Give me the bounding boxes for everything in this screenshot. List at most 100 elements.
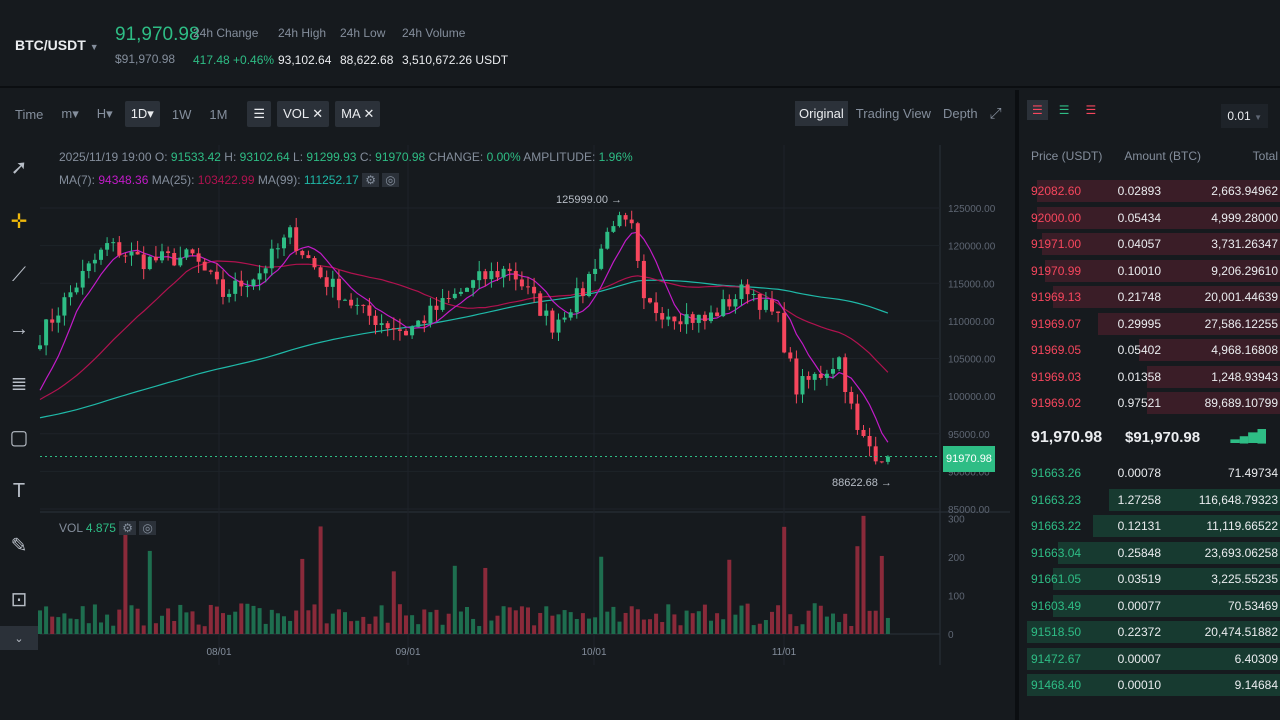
candle-body [641, 260, 646, 299]
settings-sliders-icon[interactable]: ☰ [247, 101, 272, 127]
tab-trading-view[interactable]: Trading View [852, 101, 935, 126]
volume-bar [196, 624, 201, 634]
view-both-icon[interactable]: ☰ [1027, 100, 1048, 120]
candle-body [62, 297, 67, 316]
volume-bar [580, 613, 585, 634]
ask-row[interactable]: 91969.03 0.01358 1,248.93943 [1027, 365, 1280, 389]
indicator-vol[interactable]: VOL ✕ [277, 101, 330, 127]
ask-row[interactable]: 91969.13 0.21748 20,001.44639 [1027, 285, 1280, 309]
candle-body [190, 249, 195, 254]
ask-row[interactable]: 91969.02 0.97521 89,689.10799 [1027, 391, 1280, 415]
volume-bar [629, 606, 634, 634]
view-bids-icon[interactable]: ☰ [1054, 100, 1075, 120]
price: 91969.02 [1031, 396, 1082, 410]
pair-selector[interactable]: BTC/USDT ▼ [15, 37, 99, 53]
candle-body [275, 248, 280, 250]
candle-body [709, 312, 713, 322]
ask-row[interactable]: 91970.99 0.10010 9,206.29610 [1027, 259, 1280, 283]
volume-bar [684, 610, 689, 634]
volume-bar [471, 618, 476, 634]
y-tick-label: 115000.00 [948, 279, 995, 290]
volume-bar [562, 610, 567, 634]
bid-row[interactable]: 91603.49 0.00077 70.53469 [1027, 594, 1280, 618]
volume-bar [172, 620, 177, 634]
interval-1m[interactable]: 1M [203, 102, 233, 127]
indicator-ma[interactable]: MA ✕ [335, 101, 381, 127]
volume-bar [263, 623, 268, 634]
volume-bar [257, 608, 262, 634]
vol-settings-icon[interactable]: ⚙ [119, 521, 137, 535]
interval-minutes[interactable]: m▾ [55, 101, 84, 127]
volume-bar [843, 613, 848, 634]
precision-select[interactable]: 0.01 ▼ [1221, 104, 1268, 128]
candlestick-chart[interactable]: 125000.00 120000.00 115000.00 110000.00 1050… [0, 140, 1010, 670]
total: 20,474.51882 [1204, 625, 1278, 639]
candle-body [385, 323, 390, 329]
candle-body [696, 314, 701, 323]
ask-row[interactable]: 92082.60 0.02893 2,663.94962 [1027, 179, 1280, 203]
candle-body [80, 270, 85, 288]
stat-24h-change: 24h Change 417.48 +0.46% [193, 26, 275, 67]
price: 91468.40 [1031, 678, 1082, 692]
amount: 0.00077 [1117, 598, 1161, 613]
interval-time[interactable]: Time [9, 102, 49, 127]
ask-row[interactable]: 91969.07 0.29995 27,586.12255 [1027, 312, 1280, 336]
volume-bar [611, 606, 616, 634]
amount: 0.02893 [1117, 184, 1161, 198]
candle-body [635, 223, 640, 261]
amount: 0.29995 [1117, 316, 1161, 331]
candle-body [288, 227, 293, 238]
volume-bar [477, 626, 482, 634]
interval-1w[interactable]: 1W [166, 102, 198, 127]
volume-bar [355, 620, 360, 634]
volume-bar [617, 621, 622, 634]
interval-hours[interactable]: H▾ [91, 101, 119, 127]
candle-body [617, 215, 622, 227]
volume-bar [282, 616, 286, 634]
volume-bar [239, 603, 244, 634]
vol-tick-label: 100 [948, 592, 965, 603]
interval-1d[interactable]: 1D▾ [124, 101, 160, 127]
candle-body [678, 321, 683, 325]
bid-row[interactable]: 91663.22 0.12131 11,119.66522 [1027, 514, 1280, 538]
ask-row[interactable]: 91969.05 0.05402 4,968.16808 [1027, 338, 1280, 362]
candle-body [92, 259, 97, 264]
ask-row[interactable]: 92000.00 0.05434 4,999.28000 [1027, 206, 1280, 230]
vol-hide-icon[interactable]: ◎ [139, 521, 156, 535]
volume-bar [99, 622, 103, 634]
candle-body [74, 287, 79, 293]
total: 9,206.29610 [1211, 263, 1278, 278]
bid-row[interactable]: 91663.23 1.27258 116,648.79323 [1027, 488, 1280, 512]
total: 4,999.28000 [1211, 210, 1278, 225]
bid-row[interactable]: 91663.04 0.25848 23,693.06258 [1027, 541, 1280, 565]
bid-row[interactable]: 91661.05 0.03519 3,225.55235 [1027, 567, 1280, 591]
vol-tick-label: 200 [948, 553, 965, 564]
candle-body [702, 314, 707, 322]
candle-body [166, 251, 171, 254]
last-price: 91,970.98 [115, 24, 200, 45]
volume-bar [483, 567, 488, 634]
bid-row[interactable]: 91518.50 0.22372 20,474.51882 [1027, 620, 1280, 644]
bid-row[interactable]: 91472.67 0.00007 6.40309 [1027, 647, 1280, 671]
price: 91472.67 [1031, 651, 1082, 666]
fullscreen-icon[interactable]: ⤢ [986, 100, 1006, 127]
total: 116,648.79323 [1198, 492, 1278, 507]
volume-bar [709, 620, 713, 634]
view-asks-icon[interactable]: ☰ [1081, 100, 1102, 120]
volume-bar [501, 606, 506, 634]
ma-hide-icon[interactable]: ◎ [382, 173, 399, 187]
candle-body [855, 403, 860, 430]
candle-body [867, 435, 872, 447]
amount: 0.00010 [1117, 678, 1161, 692]
ask-row[interactable]: 91971.00 0.04057 3,731.26347 [1027, 232, 1280, 256]
candle-body [56, 315, 61, 323]
volume-bar [721, 619, 726, 634]
bid-row[interactable]: 91663.26 0.00078 71.49734 [1027, 461, 1280, 485]
ma-settings-icon[interactable]: ⚙ [362, 173, 379, 187]
total: 6.40309 [1234, 651, 1278, 666]
pair-label: BTC/USDT [15, 37, 86, 53]
tab-depth[interactable]: Depth [939, 101, 982, 126]
bid-row[interactable]: 91468.40 0.00010 9.14684 [1027, 673, 1280, 697]
mid-price: 91,970.98 [1031, 429, 1103, 446]
tab-original[interactable]: Original [795, 101, 848, 126]
